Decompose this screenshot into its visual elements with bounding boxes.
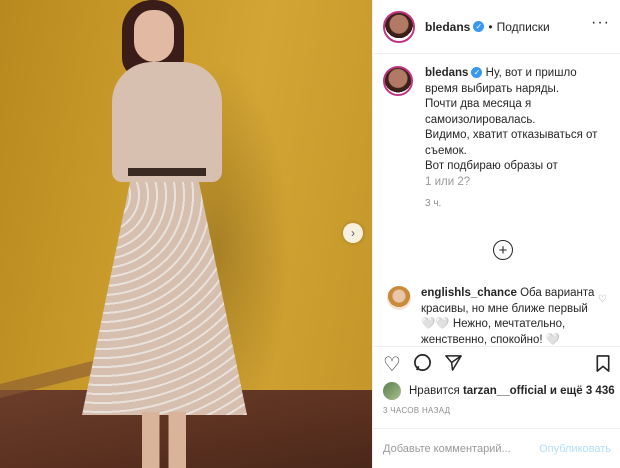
comment-icon[interactable] bbox=[413, 353, 432, 376]
header-separator: • bbox=[488, 19, 493, 34]
photo-belt bbox=[128, 168, 206, 176]
photo-face bbox=[134, 10, 174, 62]
comments-section: bledans ✓ Ну, вот и пришло время выбирать… bbox=[373, 54, 620, 346]
paper-plane-icon[interactable] bbox=[444, 353, 463, 376]
author-username[interactable]: bledans bbox=[425, 20, 470, 34]
author-avatar[interactable] bbox=[383, 10, 415, 43]
caption-avatar[interactable] bbox=[383, 66, 413, 96]
publish-button[interactable]: Опубликовать bbox=[539, 443, 611, 455]
caption-line: Вот подбираю образы от bbox=[425, 160, 558, 172]
load-more-plus-icon[interactable]: + bbox=[493, 240, 513, 260]
follow-button[interactable]: Подписки bbox=[497, 20, 550, 34]
comment-item: englishls_chance Оба варианта красивы, н… bbox=[387, 286, 613, 346]
photo-woman-figure bbox=[60, 0, 260, 468]
instagram-post-view: › bledans ✓ • Подписки ··· bledans ✓ Ну, … bbox=[0, 0, 620, 468]
post-sidebar: bledans ✓ • Подписки ··· bledans ✓ Ну, во… bbox=[372, 0, 620, 468]
bookmark-icon[interactable] bbox=[595, 354, 611, 376]
photo-dress-skirt bbox=[82, 175, 247, 415]
chevron-right-icon[interactable]: › bbox=[343, 223, 363, 243]
caption-text: bledans ✓ Ну, вот и пришло время выбирать… bbox=[425, 66, 610, 190]
comment-like-heart-icon[interactable]: ♡ bbox=[598, 294, 607, 305]
action-bar: ♡ bbox=[373, 346, 620, 382]
verified-badge-icon: ✓ bbox=[471, 67, 483, 79]
liker-avatar[interactable] bbox=[383, 382, 401, 400]
add-comment-bar: Опубликовать bbox=[373, 428, 620, 468]
ellipsis-icon[interactable]: ··· bbox=[591, 14, 610, 32]
commenter-avatar[interactable] bbox=[387, 286, 411, 310]
caption-timestamp: 3 ч. bbox=[425, 198, 442, 209]
caption-line: 1 или 2? bbox=[425, 175, 471, 188]
photo-dress-top bbox=[112, 62, 222, 182]
comment-input[interactable] bbox=[383, 442, 540, 455]
commenter-username[interactable]: englishls_chance bbox=[421, 287, 517, 299]
heart-icon[interactable]: ♡ bbox=[383, 355, 401, 375]
caption-line: Видимо, хватит отказываться от съемок. bbox=[425, 129, 598, 157]
liker-username[interactable]: tarzan__official bbox=[463, 385, 547, 397]
photo-legs bbox=[142, 412, 186, 468]
caption-username[interactable]: bledans bbox=[425, 67, 468, 79]
post-timestamp: 3 ЧАСОВ НАЗАД bbox=[383, 406, 451, 415]
post-header: bledans ✓ • Подписки ··· bbox=[373, 0, 620, 54]
post-photo[interactable]: › bbox=[0, 0, 372, 468]
likes-count[interactable]: и ещё 3 436 bbox=[550, 385, 615, 397]
caption-line: Почти два месяца я самоизолировалась. bbox=[425, 98, 536, 126]
caption: bledans ✓ Ну, вот и пришло время выбирать… bbox=[383, 66, 610, 190]
verified-badge-icon: ✓ bbox=[473, 21, 485, 32]
likes-prefix: Нравится bbox=[409, 385, 460, 397]
comment-text: englishls_chance Оба варианта красивы, н… bbox=[421, 286, 601, 346]
likes-summary: Нравится tarzan__official и ещё 3 436 bbox=[383, 382, 615, 400]
